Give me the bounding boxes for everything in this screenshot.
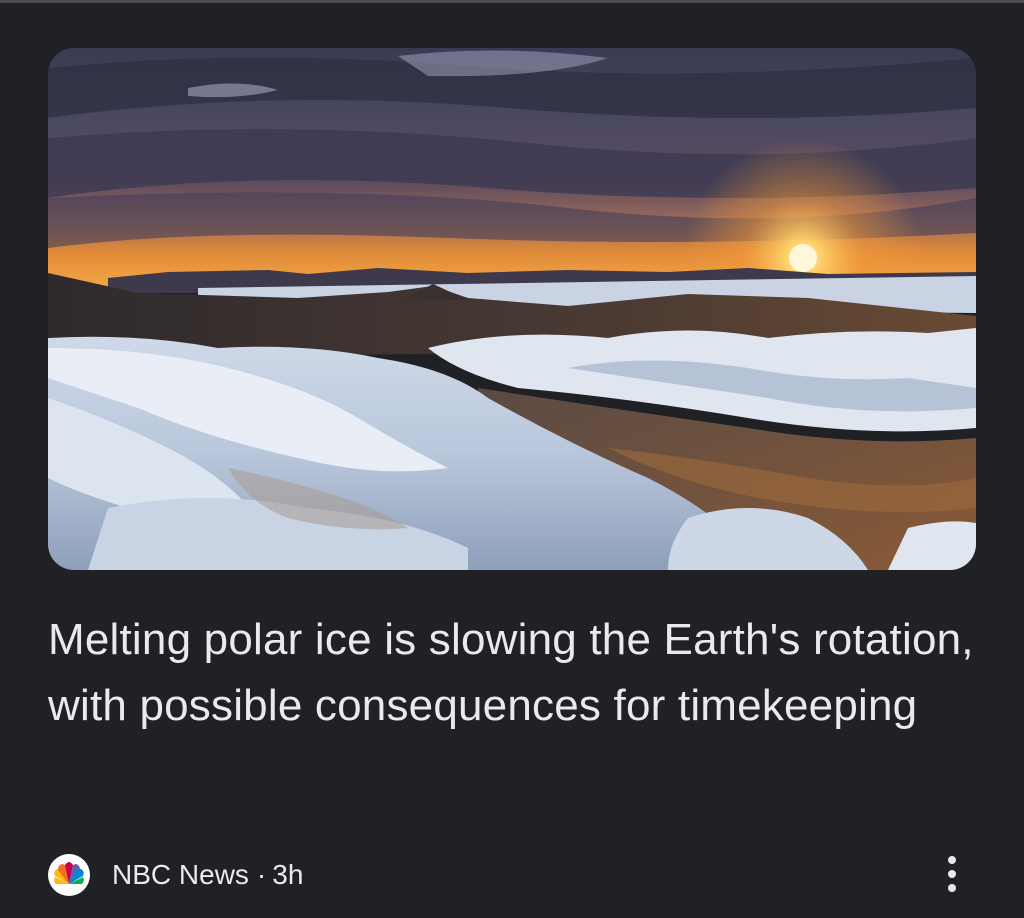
more-vert-icon[interactable] — [932, 849, 972, 899]
menu-dot — [948, 884, 956, 892]
article-headline[interactable]: Melting polar ice is slowing the Earth's… — [48, 607, 988, 739]
landscape-photo-icon — [48, 48, 976, 570]
nbc-peacock-logo-icon — [48, 854, 90, 896]
article-image[interactable] — [48, 48, 976, 570]
source-info: NBC News · 3h — [112, 855, 303, 895]
article-meta: NBC News · 3h — [48, 853, 303, 897]
source-name: NBC News — [112, 859, 249, 890]
news-card[interactable]: Melting polar ice is slowing the Earth's… — [0, 3, 1024, 918]
menu-dot — [948, 856, 956, 864]
article-age: 3h — [272, 859, 304, 890]
menu-dot — [948, 870, 956, 878]
meta-separator: · — [256, 859, 267, 890]
